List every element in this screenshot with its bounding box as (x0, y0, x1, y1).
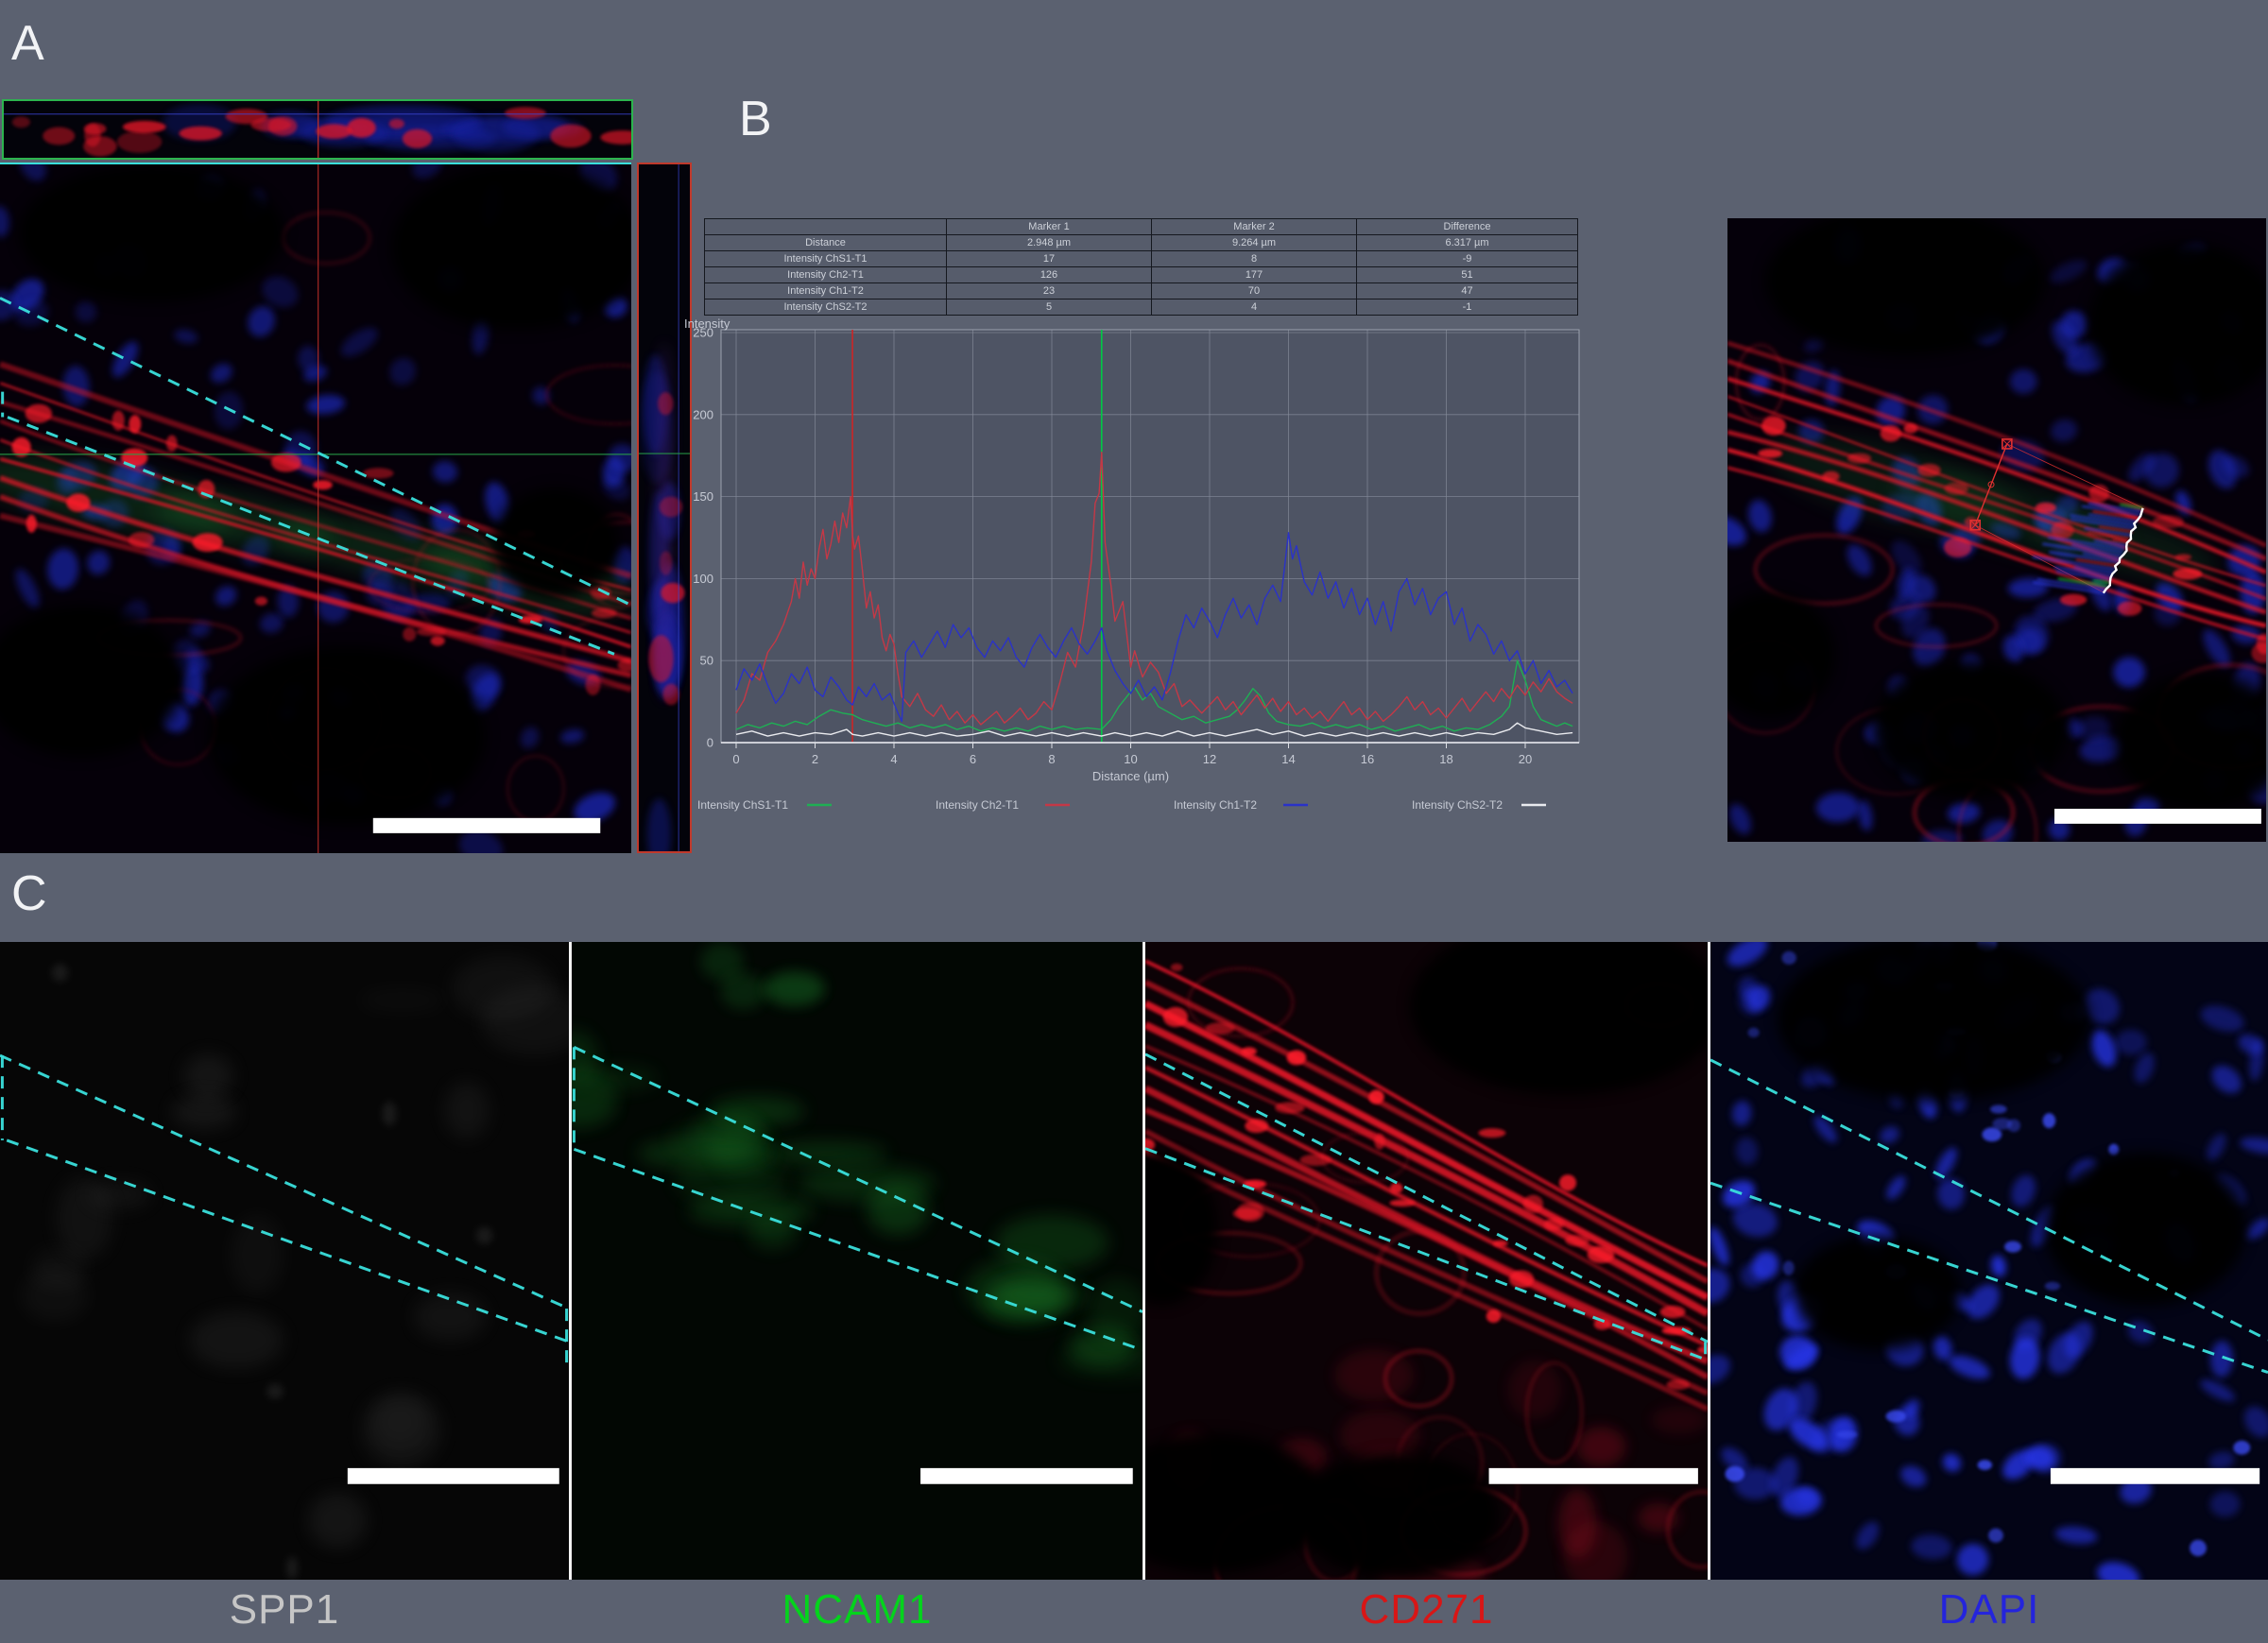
caption-cd271: CD271 (1145, 1580, 1708, 1643)
spp1-channel-image (0, 942, 569, 1580)
panel-a-merged-confocal-image (0, 163, 631, 853)
cell-marker1: 126 (947, 267, 1152, 283)
cell-marker2: 9.264 µm (1152, 235, 1357, 251)
panel-c-ncam1-image (572, 942, 1143, 1580)
svg-text:10: 10 (1124, 752, 1137, 766)
cell-difference: -9 (1357, 251, 1578, 267)
svg-text:50: 50 (700, 654, 713, 668)
cell-marker2: 8 (1152, 251, 1357, 267)
panel-b-label: B (739, 94, 772, 144)
cell-marker1: 5 (947, 300, 1152, 316)
panel-c-label: C (11, 869, 47, 918)
svg-text:14: 14 (1281, 752, 1295, 766)
roi-confocal-image (1727, 218, 2266, 842)
svg-text:Intensity Ch2-T1: Intensity Ch2-T1 (936, 798, 1019, 812)
merged-confocal-image (0, 164, 631, 853)
cell-marker1: 17 (947, 251, 1152, 267)
caption-ncam1: NCAM1 (572, 1580, 1143, 1643)
svg-text:16: 16 (1361, 752, 1374, 766)
marker-measurement-table: Marker 1 Marker 2 Difference Distance 2.… (704, 218, 1578, 316)
panel-a-label: A (11, 19, 44, 68)
row-label: Intensity ChS1-T1 (705, 251, 947, 267)
row-label: Intensity Ch2-T1 (705, 267, 947, 283)
svg-text:18: 18 (1439, 752, 1452, 766)
intensity-profile-chart: 02468101214161820050100150200250Intensit… (680, 317, 1588, 822)
table-header-marker2: Marker 2 (1152, 219, 1357, 235)
svg-text:Intensity: Intensity (684, 317, 730, 331)
xz-strip-image (4, 101, 631, 158)
cell-marker2: 177 (1152, 267, 1357, 283)
table-row: Intensity ChS1-T1 17 8 -9 (705, 251, 1578, 267)
cell-marker2: 70 (1152, 283, 1357, 300)
svg-text:4: 4 (890, 752, 897, 766)
cell-difference: -1 (1357, 300, 1578, 316)
svg-text:8: 8 (1048, 752, 1055, 766)
table-header-row: Marker 1 Marker 2 Difference (705, 219, 1578, 235)
cell-difference: 51 (1357, 267, 1578, 283)
table-row: Distance 2.948 µm 9.264 µm 6.317 µm (705, 235, 1578, 251)
ncam1-channel-image (572, 942, 1143, 1580)
table-row: Intensity Ch1-T2 23 70 47 (705, 283, 1578, 300)
panel-b-roi-confocal-image (1727, 218, 2266, 842)
dapi-channel-image (1710, 942, 2268, 1580)
cell-marker1: 2.948 µm (947, 235, 1152, 251)
svg-text:Distance (µm): Distance (µm) (1092, 769, 1169, 783)
figure: A B Marker 1 Marker 2 Difference Distanc… (0, 0, 2268, 1643)
svg-text:Intensity ChS2-T2: Intensity ChS2-T2 (1412, 798, 1503, 812)
svg-text:2: 2 (812, 752, 818, 766)
svg-text:12: 12 (1203, 752, 1216, 766)
cell-marker2: 4 (1152, 300, 1357, 316)
cd271-channel-image (1145, 942, 1708, 1580)
panel-c-spp1-image (0, 942, 569, 1580)
caption-dapi: DAPI (1710, 1580, 2268, 1643)
table-row: Intensity Ch2-T1 126 177 51 (705, 267, 1578, 283)
panel-c-cd271-image (1145, 942, 1708, 1580)
svg-text:0: 0 (732, 752, 739, 766)
svg-text:150: 150 (693, 489, 713, 504)
table-header-difference: Difference (1357, 219, 1578, 235)
svg-text:0: 0 (707, 736, 713, 750)
svg-text:Intensity Ch1-T2: Intensity Ch1-T2 (1174, 798, 1257, 812)
table-row: Intensity ChS2-T2 5 4 -1 (705, 300, 1578, 316)
svg-text:6: 6 (970, 752, 976, 766)
svg-text:Intensity ChS1-T1: Intensity ChS1-T1 (697, 798, 788, 812)
cell-difference: 47 (1357, 283, 1578, 300)
cell-marker1: 23 (947, 283, 1152, 300)
svg-text:20: 20 (1519, 752, 1532, 766)
panel-c-dapi-image (1710, 942, 2268, 1580)
svg-text:200: 200 (693, 407, 713, 421)
panel-a-xz-ortho-strip (2, 99, 633, 160)
caption-spp1: SPP1 (0, 1580, 569, 1643)
intensity-profile-plot: 02468101214161820050100150200250Intensit… (680, 317, 1588, 822)
svg-text:100: 100 (693, 572, 713, 586)
table-header-empty (705, 219, 947, 235)
table-header-marker1: Marker 1 (947, 219, 1152, 235)
row-label: Distance (705, 235, 947, 251)
row-label: Intensity ChS2-T2 (705, 300, 947, 316)
row-label: Intensity Ch1-T2 (705, 283, 947, 300)
cell-difference: 6.317 µm (1357, 235, 1578, 251)
